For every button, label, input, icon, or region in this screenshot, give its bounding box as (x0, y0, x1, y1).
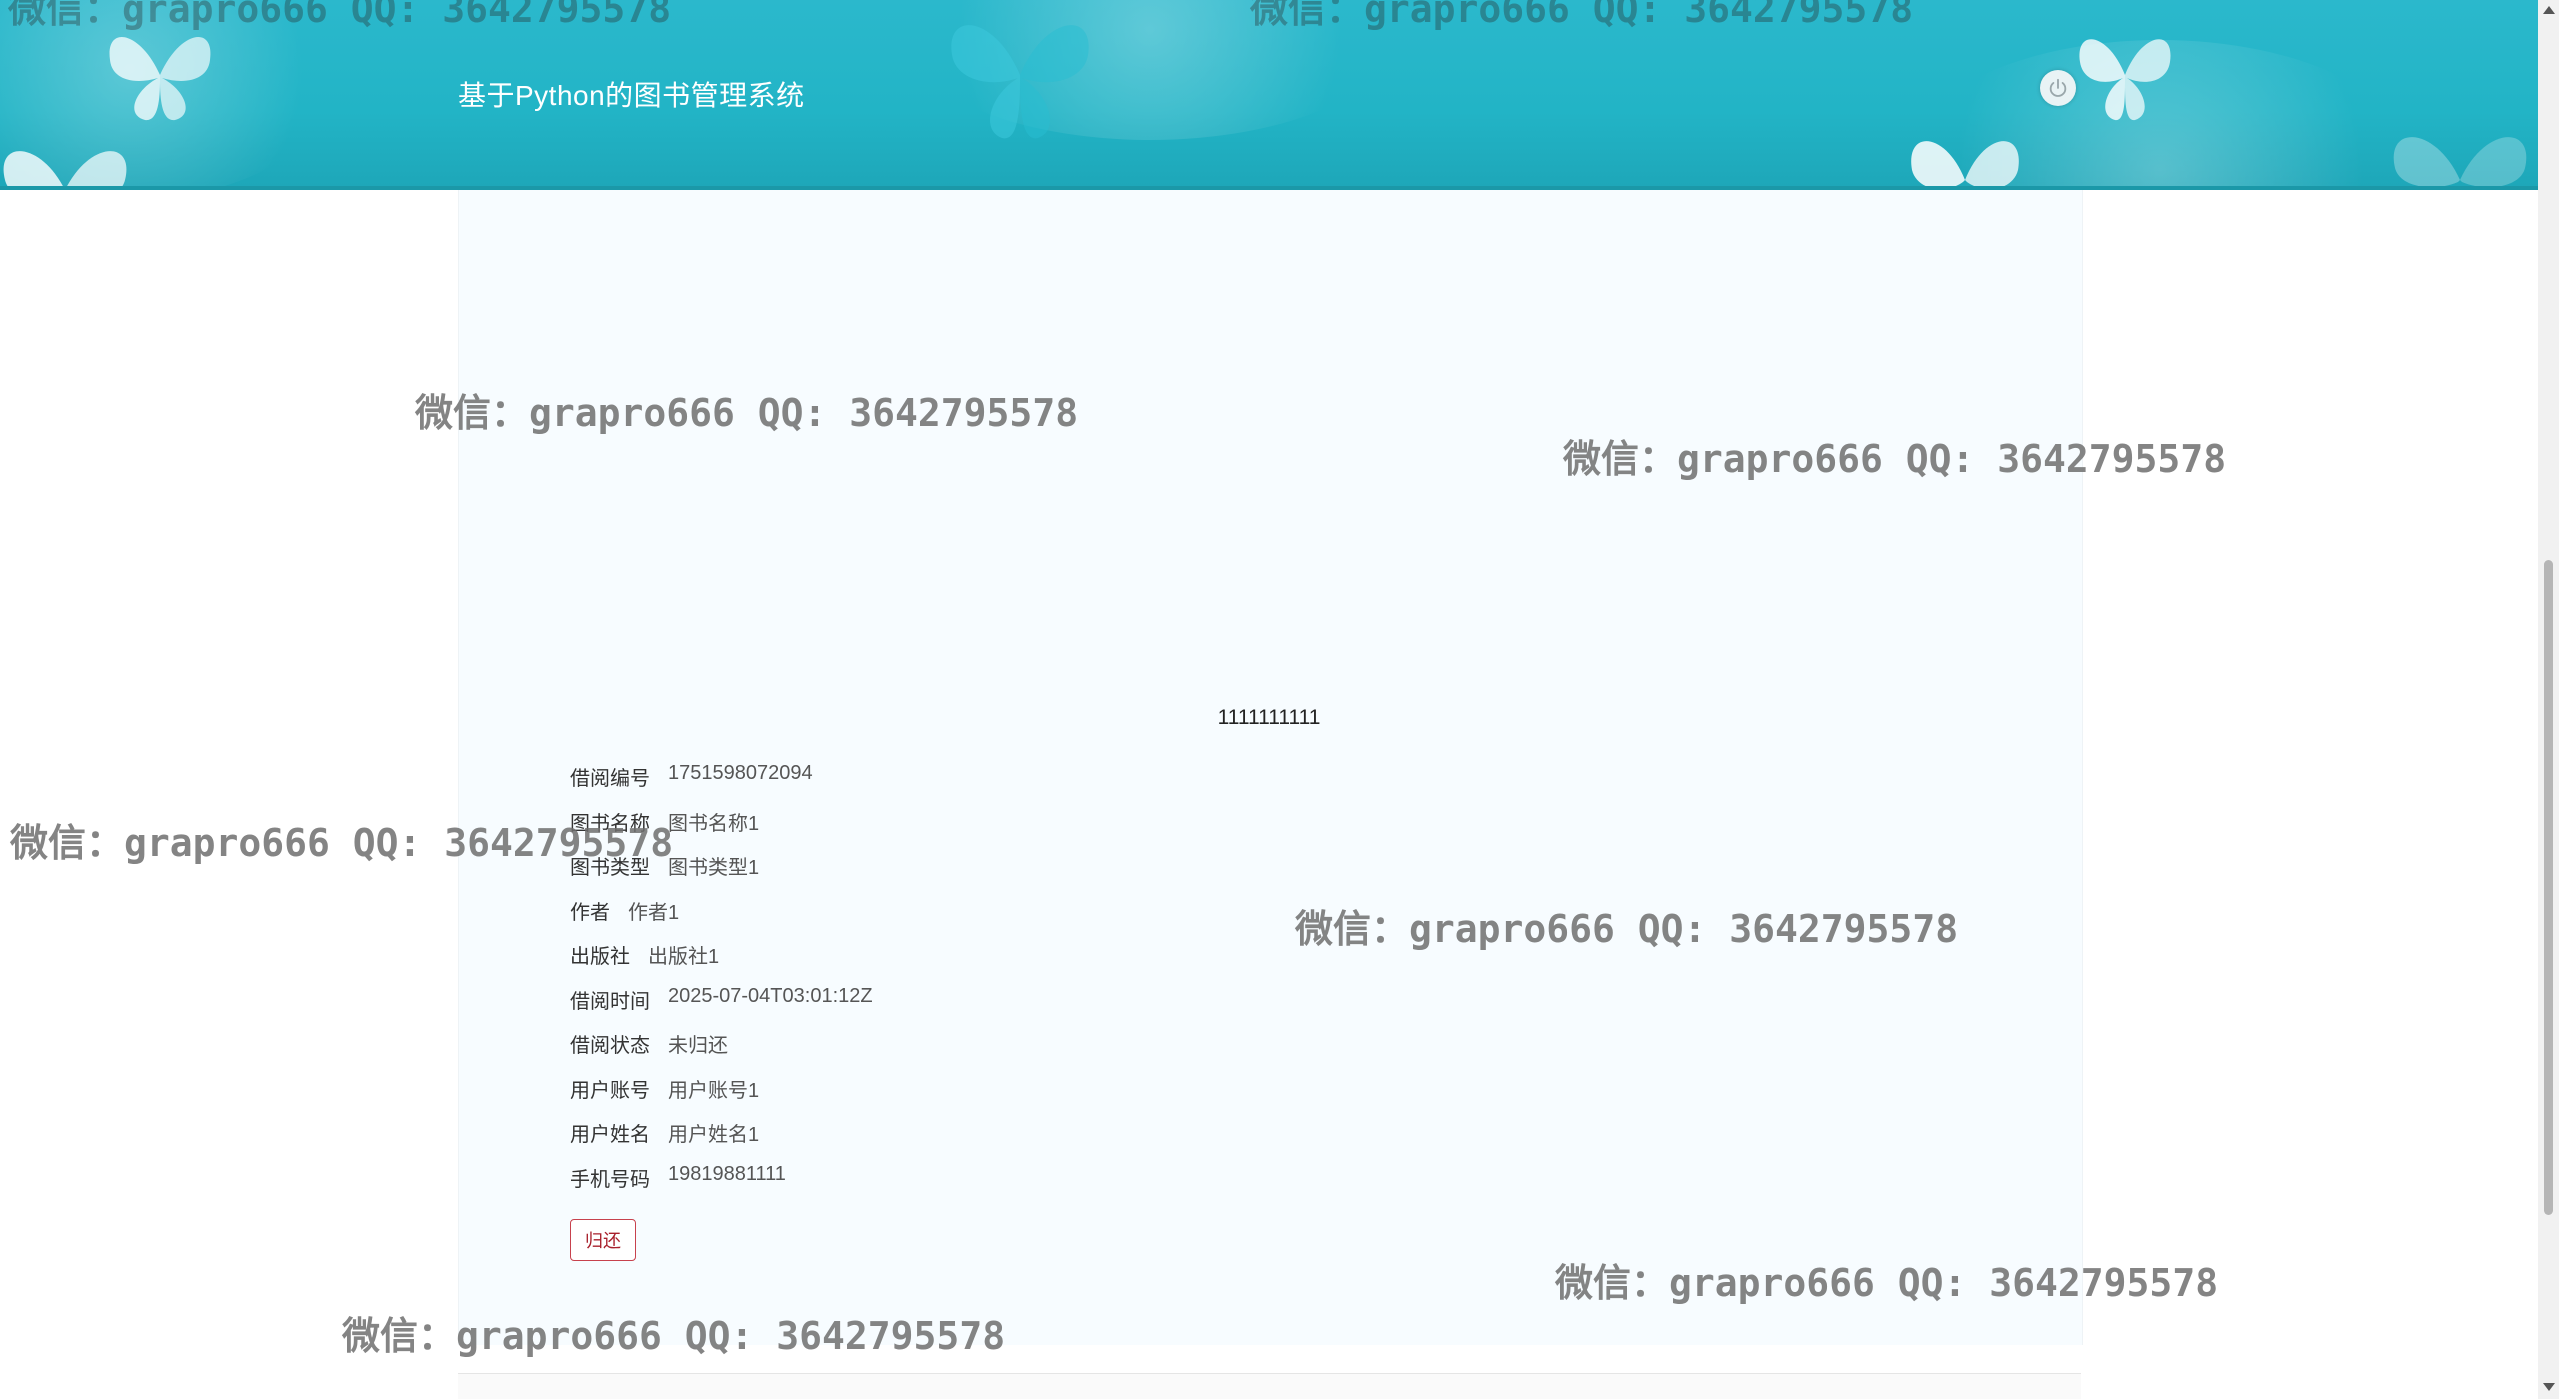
field-value: 作者1 (628, 901, 680, 924)
field-value: 2025-07-04T03:01:12Z (668, 984, 873, 1007)
detail-row-user-name: 用户姓名 用户姓名1 (570, 1118, 873, 1163)
field-label: 借阅时间 (570, 990, 650, 1013)
field-value: 图书名称1 (668, 812, 760, 835)
field-value: 图书类型1 (668, 857, 760, 879)
field-value: 用户账号1 (668, 1079, 760, 1102)
footer-strip (458, 1373, 2081, 1399)
power-icon (2049, 78, 2067, 97)
detail-row-book-name: 图书名称 图书名称1 (570, 807, 873, 852)
app-title: 基于Python的图书管理系统 (458, 80, 805, 111)
butterfly-icon (2079, 39, 2171, 121)
butterfly-icon (951, 25, 1089, 139)
scroll-down-icon[interactable] (2543, 1383, 2555, 1391)
header-banner: 基于Python的图书管理系统 (0, 0, 2538, 190)
field-label: 手机号码 (570, 1168, 650, 1191)
butterfly-icon (3, 151, 127, 186)
scroll-thumb[interactable] (2544, 560, 2553, 1215)
field-value: 未归还 (668, 1035, 728, 1057)
detail-row-user-account: 用户账号 用户账号1 (570, 1074, 873, 1119)
detail-row-author: 作者 作者1 (570, 896, 873, 941)
detail-title: 1111111111 (1217, 706, 1321, 729)
field-value: 出版社1 (648, 946, 720, 968)
detail-row-publisher: 出版社 出版社1 (570, 940, 873, 985)
butterfly-icon (1911, 141, 2019, 186)
field-value: 1751598072094 (668, 762, 813, 784)
field-label: 图书类型 (570, 857, 650, 879)
detail-list: 借阅编号 1751598072094 图书名称 图书名称1 图书类型 图书类型1… (570, 762, 873, 1207)
logout-button[interactable] (2040, 70, 2076, 106)
detail-row-book-type: 图书类型 图书类型1 (570, 851, 873, 896)
detail-row-borrow-status: 借阅状态 未归还 (570, 1029, 873, 1074)
detail-row-borrow-id: 借阅编号 1751598072094 (570, 762, 873, 807)
field-label: 用户账号 (570, 1079, 650, 1102)
field-label: 借阅编号 (570, 768, 650, 790)
detail-row-borrow-time: 借阅时间 2025-07-04T03:01:12Z (570, 985, 873, 1030)
field-label: 出版社 (570, 946, 630, 968)
detail-row-phone: 手机号码 19819881111 (570, 1163, 873, 1208)
field-label: 用户姓名 (570, 1124, 650, 1146)
butterfly-icon (109, 37, 211, 121)
field-label: 作者 (570, 901, 610, 924)
return-button[interactable]: 归还 (570, 1219, 636, 1261)
butterfly-icon (2393, 137, 2527, 186)
vertical-scrollbar[interactable] (2538, 0, 2559, 1399)
page: 基于Python的图书管理系统 1111111111 借阅编号 17515980… (0, 0, 2559, 1399)
field-label: 图书名称 (570, 812, 650, 835)
field-value: 用户姓名1 (668, 1124, 760, 1146)
field-label: 借阅状态 (570, 1035, 650, 1057)
field-value: 19819881111 (668, 1162, 786, 1185)
scroll-up-icon[interactable] (2543, 6, 2555, 14)
